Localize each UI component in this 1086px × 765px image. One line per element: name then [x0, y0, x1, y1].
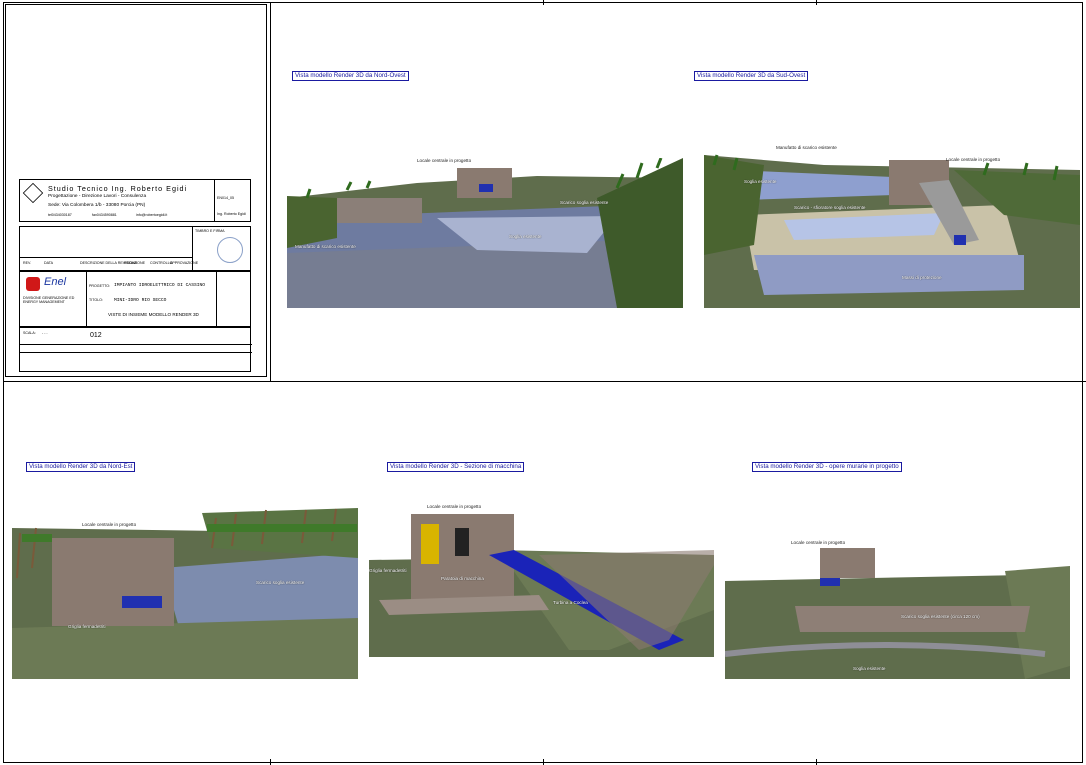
- project-box: Enel DIVISIONE GENERAZIONE ED ENERGY MAN…: [19, 271, 251, 328]
- sheet-number: 012: [90, 332, 102, 339]
- enel-division: DIVISIONE GENERAZIONE ED ENERGY MANAGEME…: [23, 296, 75, 305]
- view-caption: Vista modello Render 3D da Sud-Ovest: [694, 71, 809, 81]
- project-name: IMPIANTO IDROELETTRICO DI CASSINO: [114, 283, 205, 288]
- view-caption: Vista modello Render 3D da Nord-Ovest: [292, 71, 409, 81]
- firm-fax: fax0434590881: [92, 213, 117, 217]
- render-label: Soglia esistente: [509, 234, 542, 239]
- render-view-masonry: Locale centrale in progetto Scarico sogl…: [725, 536, 1070, 679]
- firm-address: Sede: Via Colombera 1/b - 33080 Porcia (…: [48, 203, 146, 208]
- firm-logo: [22, 182, 44, 204]
- firm-services: Progettazione - Direzione Lavori - Consu…: [48, 194, 147, 199]
- render-label: Locale centrale in progetto: [417, 158, 472, 163]
- render-label: Manufatto di scarico esistente: [295, 244, 356, 249]
- render-image: [287, 158, 683, 308]
- render-label: Massi di protezione: [902, 275, 942, 280]
- stamp-area: TIMBRO E FIRMA: [192, 227, 252, 271]
- render-label: Scarico soglia esistente (circa 120 cm): [901, 614, 980, 619]
- fold-mark: [1081, 381, 1086, 382]
- render-label: Locale centrale in progetto: [82, 522, 137, 527]
- render-label: Locale centrale in progetto: [427, 504, 482, 509]
- fold-mark: [816, 759, 817, 765]
- view-caption: Vista modello Render 3D - Sezione di mac…: [387, 462, 525, 472]
- stamp-label: TIMBRO E FIRMA: [195, 229, 225, 233]
- divider-horizontal: [270, 381, 1083, 382]
- render-view-machine-section: Locale centrale in progetto Griglia ferm…: [369, 500, 714, 657]
- render-view-south-west: Manufatto di scarico esistente Locale ce…: [704, 145, 1080, 308]
- fold-mark: [543, 759, 544, 765]
- render-label: Manufatto di scarico esistente: [776, 145, 837, 150]
- render-label: Locale centrale in progetto: [946, 157, 1001, 162]
- enel-logo: Enel: [44, 276, 67, 288]
- sheet-info-box: SCALA: - - - 012: [19, 327, 252, 372]
- render-view-north-west: Locale centrale in progetto Scarico sogl…: [287, 158, 683, 308]
- enel-logo-icon: [26, 277, 40, 291]
- seal-icon: [217, 237, 243, 263]
- render-label: Griglia fermadetriti: [68, 624, 106, 629]
- project-label: PROGETTO:: [89, 284, 111, 288]
- divider-vertical: [270, 2, 271, 382]
- firm-name: Studio Tecnico Ing. Roberto Egidi: [48, 184, 188, 193]
- render-image: [704, 145, 1080, 308]
- doc-code: EN014_05: [217, 196, 234, 200]
- divider-horizontal-left: [3, 381, 271, 382]
- revision-header: REV.: [23, 261, 32, 265]
- responsible: Ing. Roberto Egidi: [217, 212, 246, 216]
- render-label: Soglia esistente: [744, 179, 777, 184]
- render-label: Turbina a Coclea: [553, 600, 588, 605]
- revision-header: DATA: [44, 261, 54, 265]
- render-image: [369, 500, 714, 657]
- title-label: TITOLO:: [89, 298, 103, 302]
- render-label: Griglia fermadetriti: [369, 568, 407, 573]
- revision-box: REV. DATA DESCRIZIONE DELLA REVISIONE RE…: [19, 226, 251, 271]
- render-view-north-east: Locale centrale in progetto Scarico sogl…: [12, 508, 358, 679]
- render-label: Locale centrale in progetto: [791, 540, 846, 545]
- render-image: [725, 536, 1070, 679]
- fold-mark: [270, 759, 271, 765]
- firm-email: info@robertoegidi.it: [136, 213, 168, 217]
- render-label: Scarico soglia esistente: [560, 200, 609, 205]
- scale-label: SCALA:: [23, 331, 36, 335]
- view-caption: Vista modello Render 3D da Nord-Est: [26, 462, 136, 472]
- render-image: [12, 508, 358, 679]
- render-label: Soglia esistente: [853, 666, 886, 671]
- revision-header: REDAZIONE: [124, 261, 145, 265]
- fold-mark: [816, 0, 817, 5]
- view-caption: Vista modello Render 3D - opere murarie …: [752, 462, 902, 472]
- doc-code-box: EN014_05 Ing. Roberto Egidi: [214, 180, 252, 222]
- subtitle: VISTE DI INSIEME MODELLO RENDER 3D: [108, 312, 199, 317]
- firm-box: Studio Tecnico Ing. Roberto Egidi Proget…: [19, 179, 251, 222]
- firm-phone: tel0434030187: [48, 213, 72, 217]
- render-label: Scarico soglia esistente: [256, 580, 305, 585]
- render-label: Scarico - sfioratore soglia esistente: [794, 205, 866, 210]
- fold-mark: [543, 0, 544, 5]
- title-name: MINI-IDRO RIO SECCO: [114, 298, 167, 303]
- render-label: Paratoia di macchina: [441, 576, 484, 581]
- scale-value: - - -: [42, 331, 48, 335]
